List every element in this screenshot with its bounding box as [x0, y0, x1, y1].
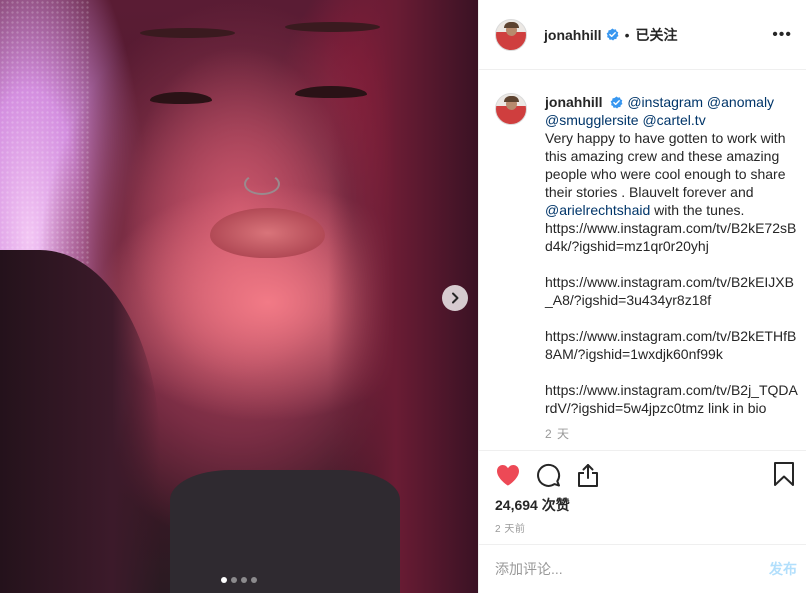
- lips: [210, 208, 325, 258]
- caption-body: jonahhill @instagram @anomaly @smugglers…: [545, 93, 801, 449]
- mention-link[interactable]: @anomaly: [707, 94, 774, 110]
- caption-url: https://www.instagram.com/tv/B2j_TQDArdV…: [545, 382, 798, 416]
- mention-link[interactable]: @arielrechtshaid: [545, 202, 650, 218]
- share-button[interactable]: [575, 462, 601, 488]
- more-options-icon[interactable]: •••: [772, 26, 792, 44]
- eyebrow-left: [140, 28, 235, 38]
- caption-username[interactable]: jonahhill: [545, 94, 603, 110]
- avatar[interactable]: [495, 93, 527, 125]
- caption-comment: jonahhill @instagram @anomaly @smugglers…: [479, 71, 806, 449]
- follow-state-button[interactable]: 已关注: [635, 25, 677, 45]
- mention-link[interactable]: @smugglersite: [545, 112, 639, 128]
- eye-right: [295, 86, 367, 98]
- hair-left: [0, 250, 160, 593]
- carousel-dot: [221, 577, 227, 583]
- comment-button[interactable]: [535, 462, 561, 488]
- caption-age[interactable]: 2 天: [545, 425, 801, 443]
- eye-left: [150, 92, 212, 104]
- carousel-dot: [231, 577, 237, 583]
- eyebrow-right: [285, 22, 380, 32]
- caption-text-tail: with the tunes.: [654, 202, 745, 218]
- avatar[interactable]: [495, 18, 527, 51]
- bookmark-icon: [774, 462, 794, 486]
- nose-ring: [244, 173, 280, 195]
- carousel-dot: [251, 577, 257, 583]
- post-timestamp[interactable]: 2 天前: [495, 520, 525, 535]
- action-icon-row: [495, 461, 601, 489]
- post-header: jonahhill • 已关注 •••: [479, 0, 806, 70]
- like-button[interactable]: [495, 462, 521, 488]
- like-count[interactable]: 24,694 次赞: [495, 495, 570, 515]
- carousel-indicator: [0, 577, 478, 583]
- shirt: [170, 470, 400, 593]
- post-comment-button[interactable]: 发布: [769, 559, 797, 579]
- share-icon: [578, 464, 598, 487]
- mention-link[interactable]: @cartel.tv: [642, 112, 705, 128]
- verified-badge-icon: [606, 28, 619, 41]
- caption-text: Very happy to have gotten to work with t…: [545, 130, 786, 200]
- mention-link[interactable]: @instagram: [627, 94, 703, 110]
- chevron-right-icon: [452, 292, 459, 304]
- carousel-next-button[interactable]: [442, 285, 468, 311]
- caption-url: https://www.instagram.com/tv/B2kETHfB8AM…: [545, 328, 797, 362]
- caption-url: https://www.instagram.com/tv/B2kEIJXB_A8…: [545, 274, 794, 308]
- save-button[interactable]: [771, 461, 797, 487]
- header-username[interactable]: jonahhill: [544, 27, 602, 43]
- heart-icon: [497, 465, 519, 486]
- comment-input[interactable]: [495, 561, 769, 577]
- add-comment-bar: 发布: [479, 544, 806, 593]
- post-side-panel: jonahhill • 已关注 ••• jonahhill @instagram…: [478, 0, 806, 593]
- caption-url: https://www.instagram.com/tv/B2kE72sBd4k…: [545, 220, 797, 254]
- post-media[interactable]: [0, 0, 478, 593]
- verified-badge-icon: [611, 96, 623, 109]
- carousel-dot: [241, 577, 247, 583]
- follow-separator: •: [624, 26, 630, 43]
- comment-icon: [537, 463, 561, 487]
